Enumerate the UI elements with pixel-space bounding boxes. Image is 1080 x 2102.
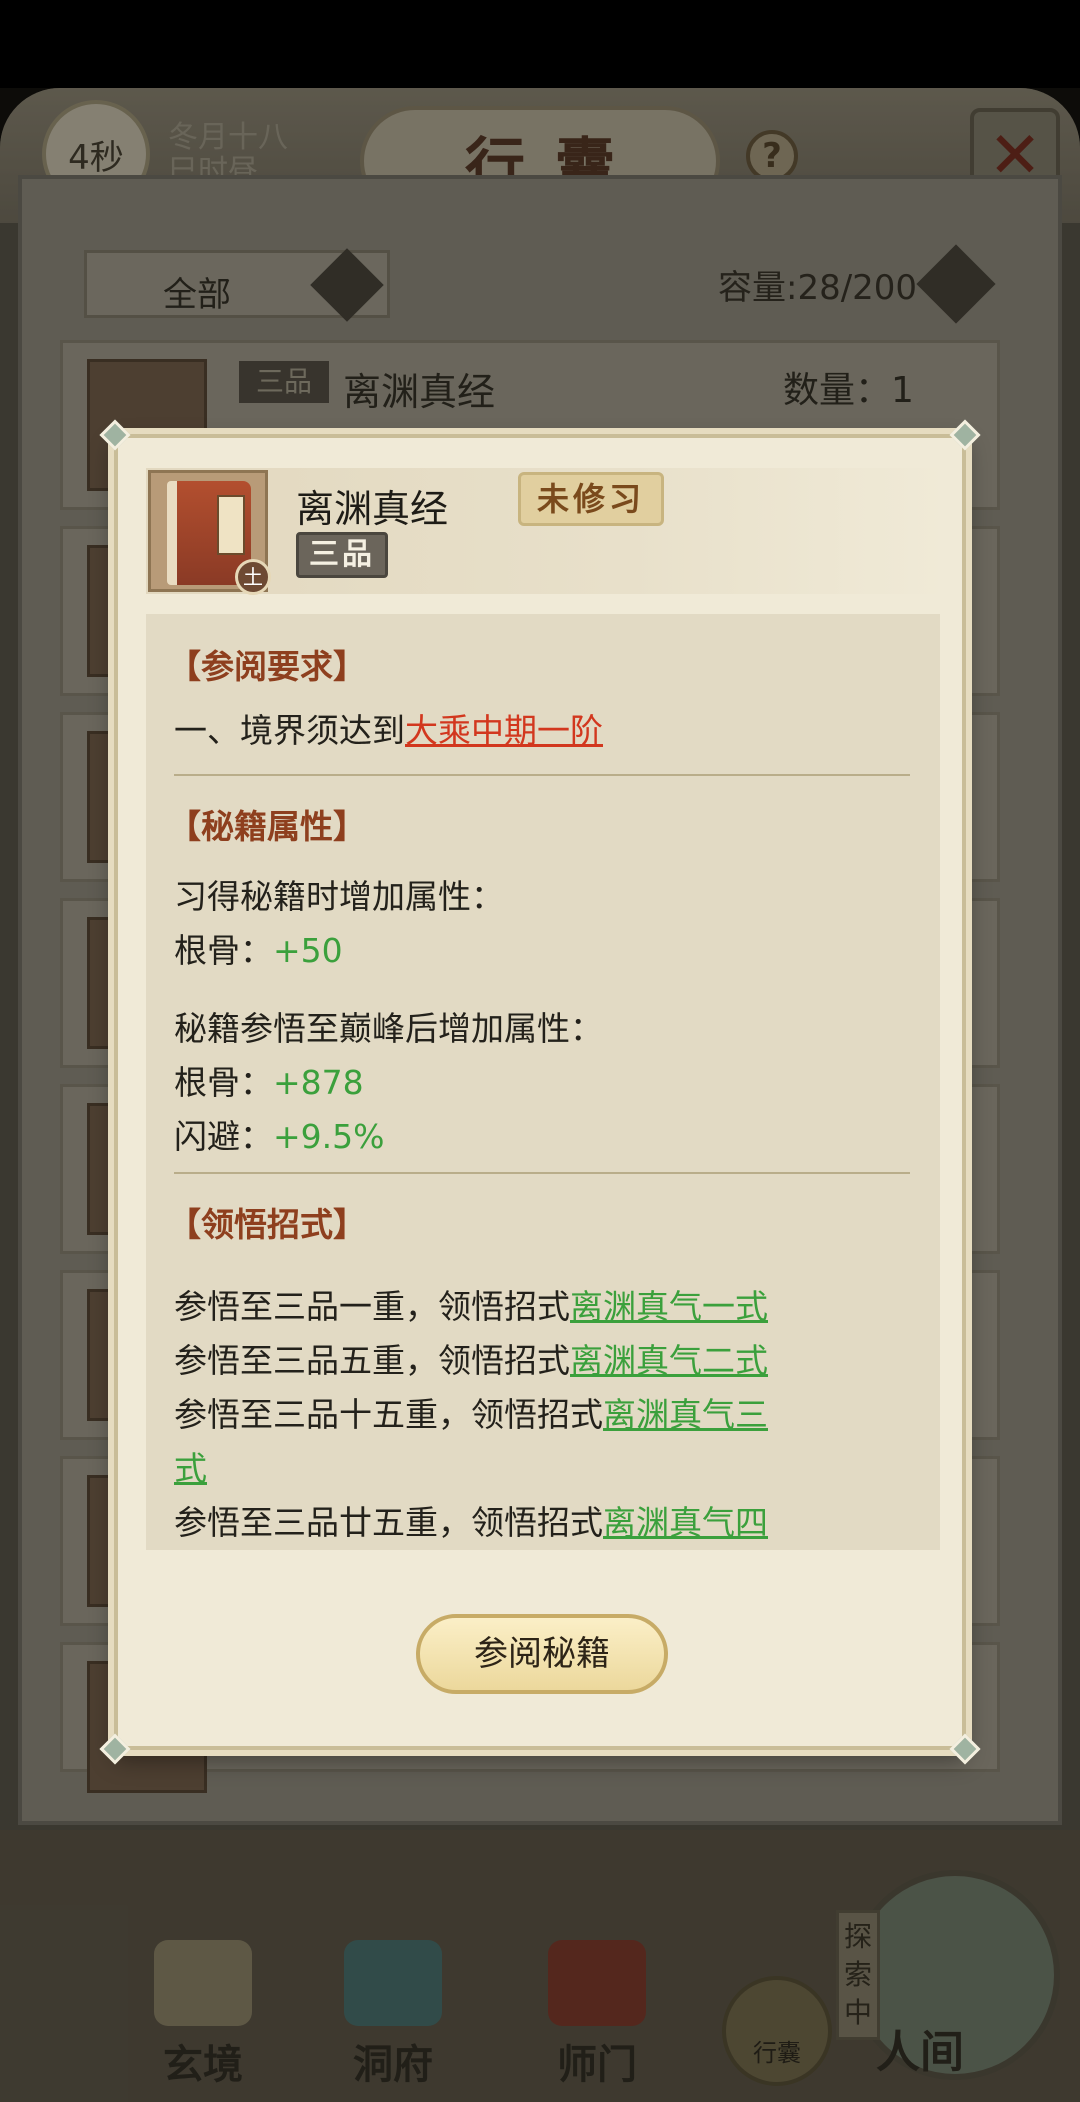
move-link[interactable]: 离渊真气一式	[570, 1287, 768, 1326]
move-link[interactable]: 离渊真气三	[603, 1395, 768, 1434]
divider	[174, 774, 910, 776]
realm-link[interactable]: 大乘中期一阶	[405, 711, 603, 750]
item-name: 离渊真经	[343, 370, 496, 414]
nav-label: 师门	[557, 2041, 637, 2088]
move-text: 参悟至三品五重，领悟招式	[174, 1341, 570, 1380]
requirements-title: 【参阅要求】	[168, 647, 366, 686]
book-label	[217, 495, 245, 555]
item-header: 土 离渊真经 未修习 三品	[146, 468, 946, 595]
capacity-label: 容量:28/200	[718, 268, 918, 308]
read-book-button[interactable]: 参阅秘籍	[416, 1614, 668, 1694]
attribute-line: 闪避：+9.5%	[174, 1110, 385, 1158]
move-link[interactable]: 式	[174, 1449, 207, 1488]
attribute-name: 根骨：	[174, 931, 273, 970]
attribute-name: 根骨：	[174, 1063, 273, 1102]
scroll-icon	[154, 1940, 252, 2026]
nav-label: 玄境	[163, 2041, 243, 2088]
move-link[interactable]: 离渊真气二式	[570, 1341, 768, 1380]
explore-char: 探	[843, 1920, 872, 1953]
move-line: 参悟至三品五重，领悟招式离渊真气二式	[174, 1334, 768, 1382]
chevron-down-icon	[310, 248, 384, 322]
nav-bag-button[interactable]: 行囊	[722, 1976, 832, 2086]
attribute-line: 根骨：+50	[174, 924, 343, 972]
on-peak-label: 秘籍参悟至巅峰后增加属性：	[174, 1009, 603, 1048]
attribute-name: 闪避：	[174, 1117, 273, 1156]
item-name: 离渊真经	[296, 487, 449, 531]
attributes-title: 【秘籍属性】	[168, 807, 366, 846]
pavilion-icon	[344, 1940, 442, 2026]
nav-xuanjing[interactable]: 玄境	[138, 1940, 268, 2090]
move-text: 参悟至三品廿五重，领悟招式	[174, 1503, 603, 1542]
element-badge: 土	[235, 559, 271, 595]
requirement-text: 一、境界须达到	[174, 711, 405, 750]
explore-char: 中	[843, 1996, 872, 2029]
item-detail-popup: 土 离渊真经 未修习 三品 【参阅要求】 一、境界须达到大乘中期一阶 【秘籍属性…	[99, 419, 981, 1765]
banner-icon	[548, 1940, 646, 2026]
move-text: 参悟至三品一重，领悟招式	[174, 1287, 570, 1326]
explore-char: 索	[843, 1958, 872, 1991]
grade-badge: 三品	[296, 532, 388, 578]
attribute-value: +878	[273, 1063, 364, 1102]
attribute-line: 根骨：+878	[174, 1056, 364, 1104]
attribute-value: +50	[273, 931, 343, 970]
nav-dongfu[interactable]: 洞府	[328, 1940, 458, 2090]
move-line: 参悟至三品一重，领悟招式离渊真气一式	[174, 1280, 768, 1328]
nav-shimen[interactable]: 师门	[532, 1940, 662, 2090]
status-badge: 未修习	[518, 472, 664, 526]
move-line-continued: 式	[174, 1442, 207, 1490]
requirement-line: 一、境界须达到大乘中期一阶	[174, 704, 603, 752]
attribute-value: +9.5%	[273, 1117, 385, 1156]
grade-badge: 三品	[239, 361, 329, 403]
explore-status-tag: 探索中	[836, 1910, 880, 2040]
move-line: 参悟至三品十五重，领悟招式离渊真气三	[174, 1388, 768, 1436]
on-learn-label: 习得秘籍时增加属性：	[174, 877, 504, 916]
book-icon: 土	[148, 470, 271, 595]
divider	[174, 1172, 910, 1174]
nav-label: 洞府	[353, 2041, 433, 2088]
move-line: 参悟至三品廿五重，领悟招式离渊真气四	[174, 1496, 768, 1544]
description-panel[interactable]: 【参阅要求】 一、境界须达到大乘中期一阶 【秘籍属性】 习得秘籍时增加属性： 根…	[146, 614, 940, 1550]
moves-title: 【领悟招式】	[168, 1205, 366, 1244]
move-link[interactable]: 离渊真气四	[603, 1503, 768, 1542]
category-filter-dropdown[interactable]: 全部	[84, 248, 390, 322]
filter-selected-label: 全部	[163, 275, 231, 315]
item-quantity: 数量：1	[783, 370, 914, 411]
move-text: 参悟至三品十五重，领悟招式	[174, 1395, 603, 1434]
world-label: 人间	[876, 2027, 964, 2078]
